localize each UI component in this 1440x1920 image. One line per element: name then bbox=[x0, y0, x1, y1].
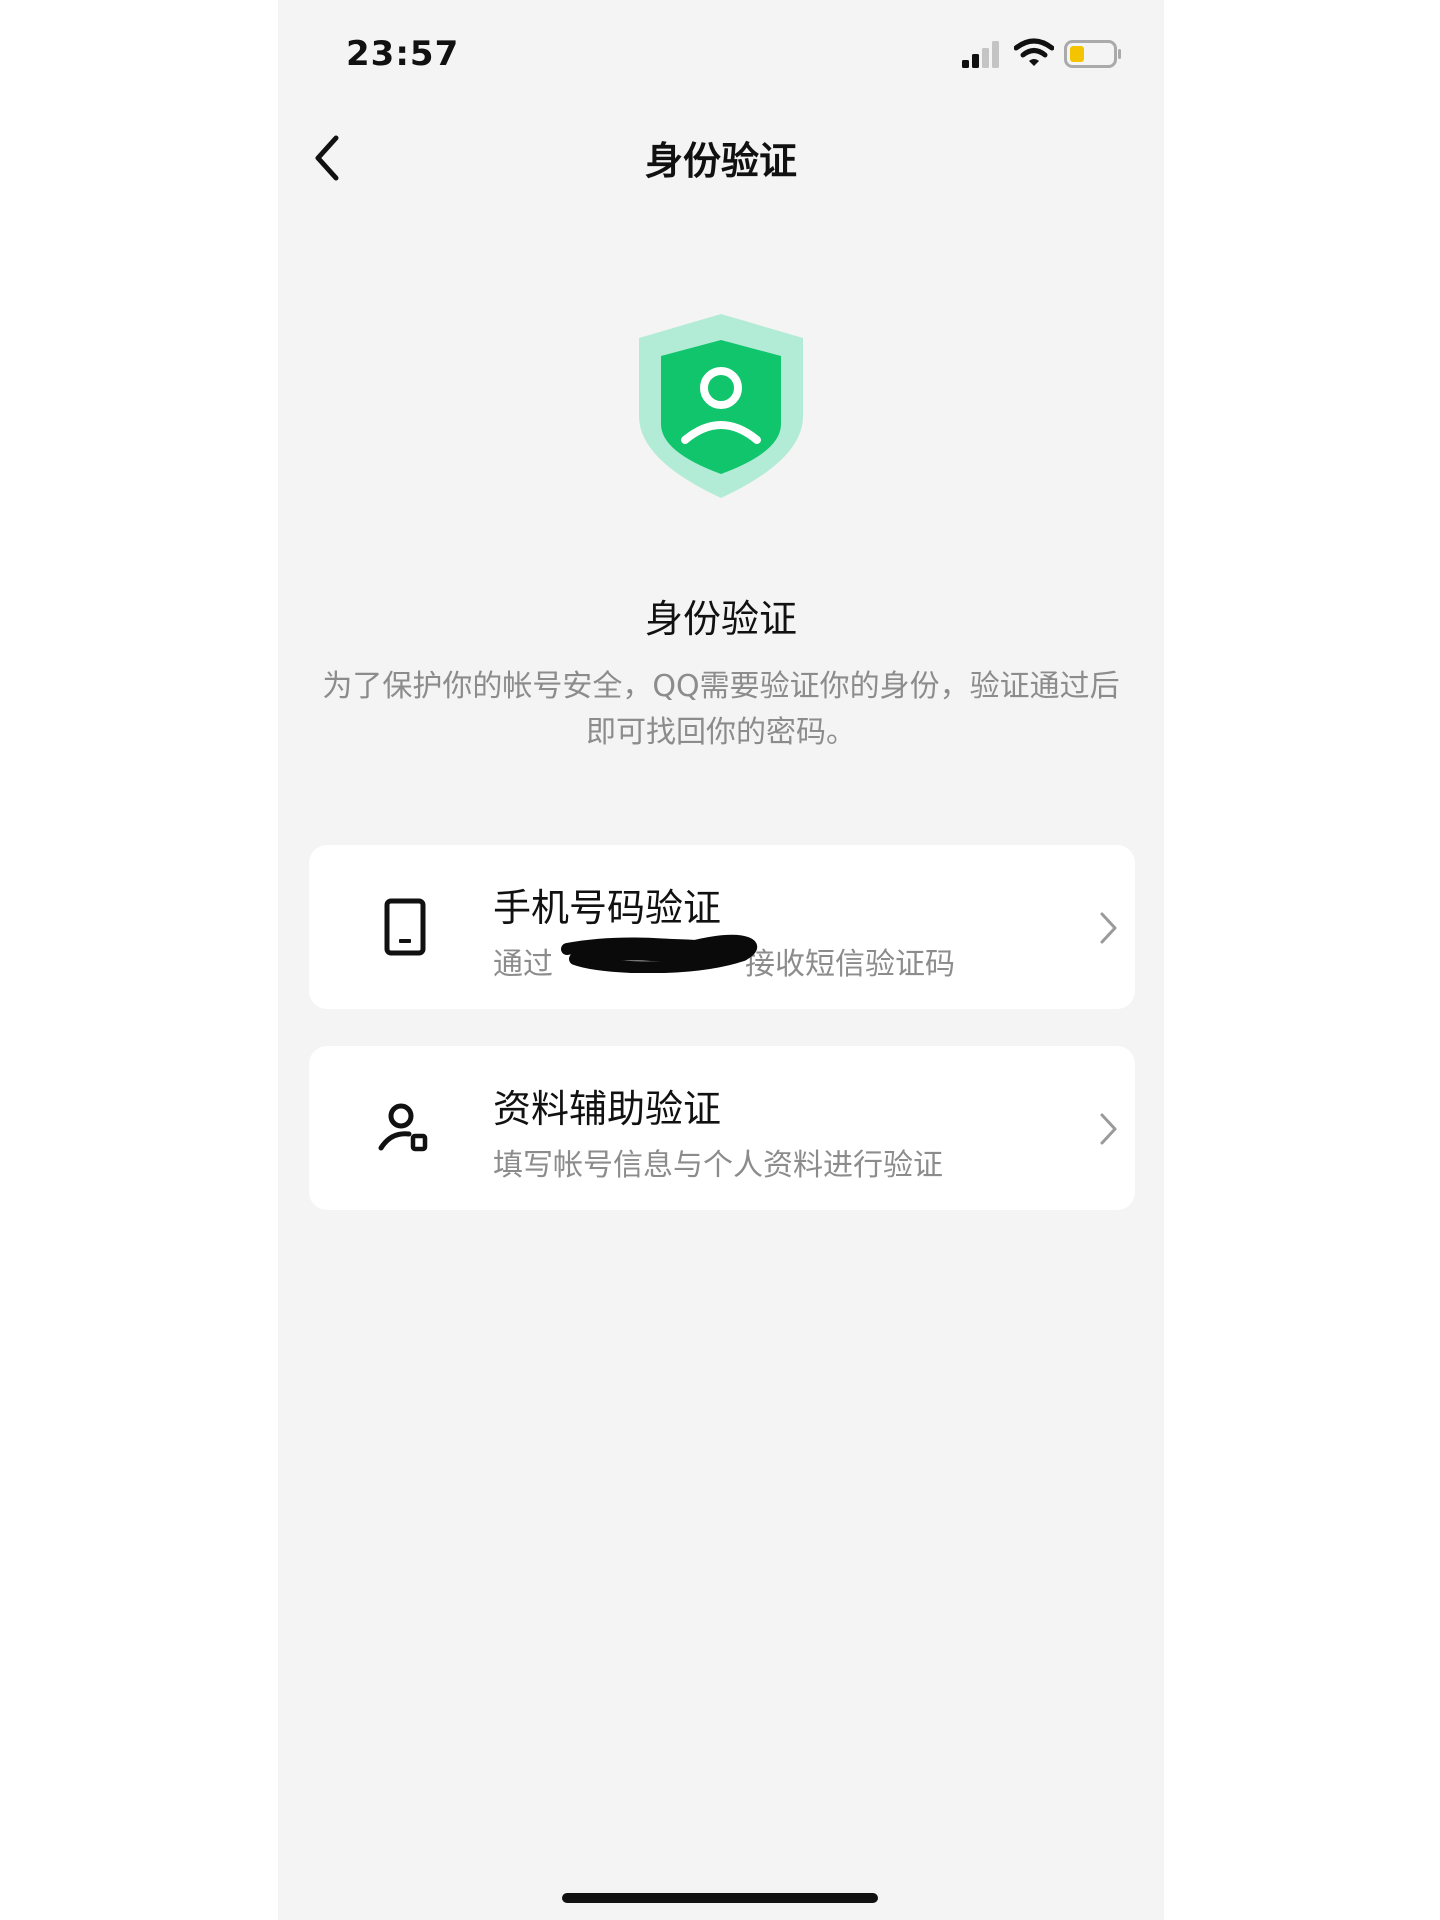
verification-description: 为了保护你的帐号安全，QQ需要验证你的身份，验证通过后即可找回你的密码。 bbox=[322, 669, 1120, 750]
redaction-scribble bbox=[561, 934, 758, 973]
subtitle-prefix: 通过 bbox=[493, 947, 553, 982]
page-title: 身份验证 bbox=[644, 139, 797, 183]
shield-user-icon bbox=[639, 314, 803, 498]
phone-verification-title: 手机号码验证 bbox=[493, 886, 722, 930]
status-bar: 23:57 bbox=[278, 0, 1164, 110]
navigation-bar: 身份验证 bbox=[278, 120, 1164, 192]
user-profile-icon bbox=[378, 1103, 428, 1152]
wifi-icon bbox=[1014, 38, 1054, 66]
app-screen: 23:57 身份验证 身份验证 为了保护你的帐号安全，QQ需要验证你的身份，验证… bbox=[278, 0, 1164, 1920]
cellular-signal-icon bbox=[962, 41, 999, 68]
phone-icon bbox=[384, 898, 426, 956]
profile-verification-option[interactable]: 资料辅助验证 填写帐号信息与个人资料进行验证 bbox=[309, 1046, 1135, 1210]
subtitle-suffix: 接收短信验证码 bbox=[745, 947, 955, 982]
status-time: 23:57 bbox=[346, 34, 460, 74]
profile-verification-title: 资料辅助验证 bbox=[493, 1087, 722, 1131]
phone-verification-option[interactable]: 手机号码验证 通过 接收短信验证码 bbox=[309, 845, 1135, 1009]
chevron-right-icon bbox=[1100, 1113, 1117, 1145]
battery-low-icon bbox=[1064, 40, 1121, 68]
profile-verification-subtitle: 填写帐号信息与个人资料进行验证 bbox=[493, 1148, 943, 1183]
home-indicator[interactable] bbox=[562, 1893, 878, 1903]
chevron-right-icon bbox=[1100, 912, 1117, 944]
verification-heading: 身份验证 bbox=[644, 597, 797, 641]
